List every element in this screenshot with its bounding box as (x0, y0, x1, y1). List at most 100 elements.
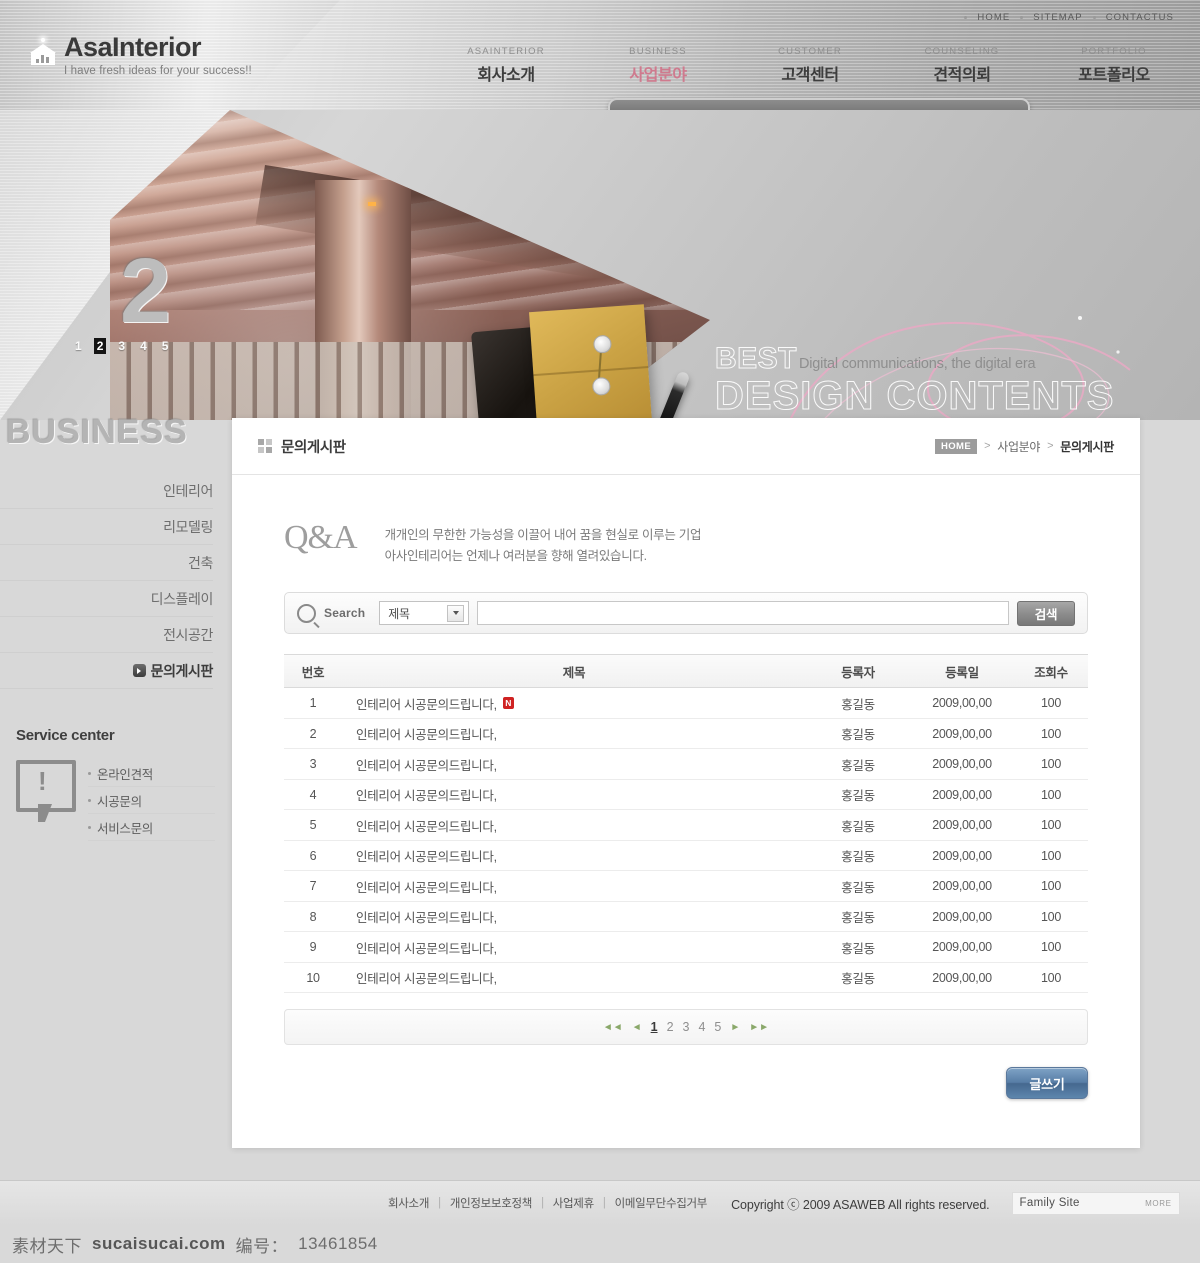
table-row[interactable]: 6 인테리어 시공문의드립니다, 홍길동 2009,00,00 100 (284, 841, 1088, 872)
service-link-service-inquiry[interactable]: 서비스문의 (88, 814, 215, 841)
pagination-page-2[interactable]: 2 (667, 1020, 674, 1034)
slide-dot-4[interactable]: 4 (137, 338, 150, 354)
footer-link-about[interactable]: 회사소개 (388, 1195, 429, 1211)
slide-dot-5[interactable]: 5 (159, 338, 172, 354)
family-site-more-label[interactable]: MORE (1145, 1199, 1171, 1208)
chevron-right-icon (132, 664, 146, 677)
logo-tagline: I have fresh ideas for your success!! (64, 65, 252, 77)
cell-date: 2009,00,00 (932, 940, 992, 954)
speech-bubble-alert-icon: ! (16, 760, 76, 822)
hero-subtitle: Digital communications, the digital era (799, 356, 1036, 372)
sidebar-item-label: 인테리어 (163, 482, 213, 499)
search-field-value: 제목 (388, 606, 410, 621)
table-header-row: 번호 제목 등록자 등록일 조회수 (284, 654, 1088, 689)
table-row[interactable]: 7 인테리어 시공문의드립니다, 홍길동 2009,00,00 100 (284, 871, 1088, 902)
cell-author: 홍길동 (841, 850, 875, 864)
cell-title[interactable]: 인테리어 시공문의드립니다, (356, 877, 497, 896)
sidebar-item-exhibition[interactable]: 전시공간 (0, 617, 213, 653)
bullet-icon (1092, 16, 1096, 19)
hero-slide-indicators: 1 2 3 4 5 (72, 338, 171, 354)
grid-squares-icon (258, 439, 272, 453)
search-field-select[interactable]: 제목 (379, 601, 470, 626)
sidebar-item-display[interactable]: 디스플레이 (0, 581, 213, 617)
cell-no: 3 (309, 757, 317, 771)
cell-title[interactable]: 인테리어 시공문의드립니다, (356, 816, 497, 835)
cell-no: 7 (309, 879, 317, 893)
pagination-last-icon[interactable]: ►► (749, 1022, 769, 1033)
cell-title[interactable]: 인테리어 시공문의드립니다, (356, 968, 497, 987)
slide-dot-1[interactable]: 1 (72, 338, 85, 354)
write-post-button[interactable]: 글쓰기 (1006, 1067, 1088, 1100)
nav-item-portfolio[interactable]: PORTFOLIO 포트폴리오 (1038, 46, 1190, 85)
pagination-next-icon[interactable]: ► (730, 1022, 740, 1033)
cell-title[interactable]: 인테리어 시공문의드립니다, (356, 938, 497, 957)
slide-dot-3[interactable]: 3 (115, 338, 128, 354)
table-row[interactable]: 3 인테리어 시공문의드립니다, 홍길동 2009,00,00 100 (284, 749, 1088, 780)
sidebar-item-label: 건축 (188, 554, 213, 571)
cell-hits: 100 (1041, 757, 1061, 771)
topnav-item-home[interactable]: HOME (977, 12, 1010, 23)
nav-item-business[interactable]: BUSINESS 사업분야 (582, 46, 734, 85)
table-row[interactable]: 2 인테리어 시공문의드립니다, 홍길동 2009,00,00 100 (284, 719, 1088, 750)
cell-date: 2009,00,00 (932, 757, 992, 771)
breadcrumb-home[interactable]: HOME (934, 438, 978, 454)
board-table: 번호 제목 등록자 등록일 조회수 1 인테리어 시공문의드립니다, N 홍길동 … (284, 654, 1088, 994)
pagination-page-5[interactable]: 5 (714, 1020, 721, 1034)
topnav-item-contactus[interactable]: CONTACTUS (1106, 12, 1174, 23)
table-row[interactable]: 10 인테리어 시공문의드립니다, 홍길동 2009,00,00 100 (284, 963, 1088, 994)
top-utility-nav: HOME SITEMAP CONTACTUS (964, 12, 1174, 23)
cell-title[interactable]: 인테리어 시공문의드립니다, (356, 846, 497, 865)
bullet-icon (1020, 16, 1024, 19)
nav-item-customer[interactable]: CUSTOMER 고객센터 (734, 46, 886, 85)
pagination-prev-icon[interactable]: ◄ (632, 1022, 642, 1033)
cell-no: 4 (309, 787, 317, 802)
bullet-icon (88, 771, 91, 775)
search-input[interactable] (477, 601, 1009, 626)
slide-dot-2[interactable]: 2 (93, 338, 107, 354)
topnav-item-sitemap[interactable]: SITEMAP (1033, 12, 1082, 23)
cell-author: 홍길동 (841, 819, 875, 834)
site-logo[interactable]: AsaInterior I have fresh ideas for your … (28, 34, 252, 78)
sidebar-item-architecture[interactable]: 건축 (0, 545, 213, 581)
table-row[interactable]: 5 인테리어 시공문의드립니다, 홍길동 2009,00,00 100 (284, 810, 1088, 841)
sidebar-item-interior[interactable]: 인테리어 (0, 473, 213, 509)
service-center-links: 온라인견적 시공문의 서비스문의 (88, 760, 235, 841)
cell-hits: 100 (1041, 726, 1061, 741)
hero-slide-number: 2 (120, 240, 172, 342)
nav-item-counseling[interactable]: COUNSELING 견적의뢰 (886, 46, 1038, 85)
cell-title[interactable]: 인테리어 시공문의드립니다, (356, 755, 497, 774)
sidebar-item-qna-board[interactable]: 문의게시판 (0, 653, 213, 689)
cell-author: 홍길동 (841, 941, 875, 956)
pagination-page-3[interactable]: 3 (683, 1020, 690, 1034)
sidebar-item-remodeling[interactable]: 리모델링 (0, 509, 213, 545)
table-row[interactable]: 9 인테리어 시공문의드립니다, 홍길동 2009,00,00 100 (284, 932, 1088, 963)
footer-link-email-refusal[interactable]: 이메일무단수집거부 (615, 1195, 708, 1211)
service-link-construction-inquiry[interactable]: 시공문의 (88, 787, 215, 814)
nav-ko-label: 고객센터 (781, 67, 839, 84)
cell-date: 2009,00,00 (932, 818, 992, 832)
service-link-online-quote[interactable]: 온라인견적 (88, 760, 215, 787)
chevron-down-icon (447, 604, 465, 622)
cell-title[interactable]: 인테리어 시공문의드립니다, (356, 724, 497, 743)
footer-link-privacy[interactable]: 개인정보보호정책 (450, 1195, 533, 1211)
cell-title[interactable]: 인테리어 시공문의드립니다, (356, 694, 497, 713)
cell-date: 2009,00,00 (932, 970, 992, 985)
footer-link-partnership[interactable]: 사업제휴 (553, 1195, 594, 1211)
family-site-select[interactable]: Family Site MORE (1011, 1191, 1180, 1215)
search-submit-button[interactable]: 검색 (1017, 600, 1075, 626)
table-row[interactable]: 8 인테리어 시공문의드립니다, 홍길동 2009,00,00 100 (284, 902, 1088, 933)
breadcrumb-parent[interactable]: 사업분야 (997, 438, 1040, 455)
nav-en-label: ASAINTERIOR (467, 46, 545, 57)
table-row[interactable]: 4 인테리어 시공문의드립니다, 홍길동 2009,00,00 100 (284, 780, 1088, 811)
site-footer: 회사소개 | 개인정보보호정책 | 사업제휴 | 이메일무단수집거부 Copyr… (0, 1181, 1200, 1225)
pagination-page-4[interactable]: 4 (698, 1020, 705, 1034)
pagination: ◄◄ ◄ 1 2 3 4 5 ► ►► (284, 1009, 1088, 1046)
nav-item-asainterior[interactable]: ASAINTERIOR 회사소개 (430, 46, 582, 85)
cell-hits: 100 (1041, 909, 1061, 924)
cell-title[interactable]: 인테리어 시공문의드립니다, (356, 907, 497, 926)
pagination-first-icon[interactable]: ◄◄ (603, 1022, 623, 1033)
cell-title[interactable]: 인테리어 시공문의드립니다, (356, 785, 497, 804)
table-row[interactable]: 1 인테리어 시공문의드립니다, N 홍길동 2009,00,00 100 (284, 688, 1088, 719)
cell-no: 2 (309, 726, 317, 741)
pagination-page-1[interactable]: 1 (651, 1020, 658, 1034)
